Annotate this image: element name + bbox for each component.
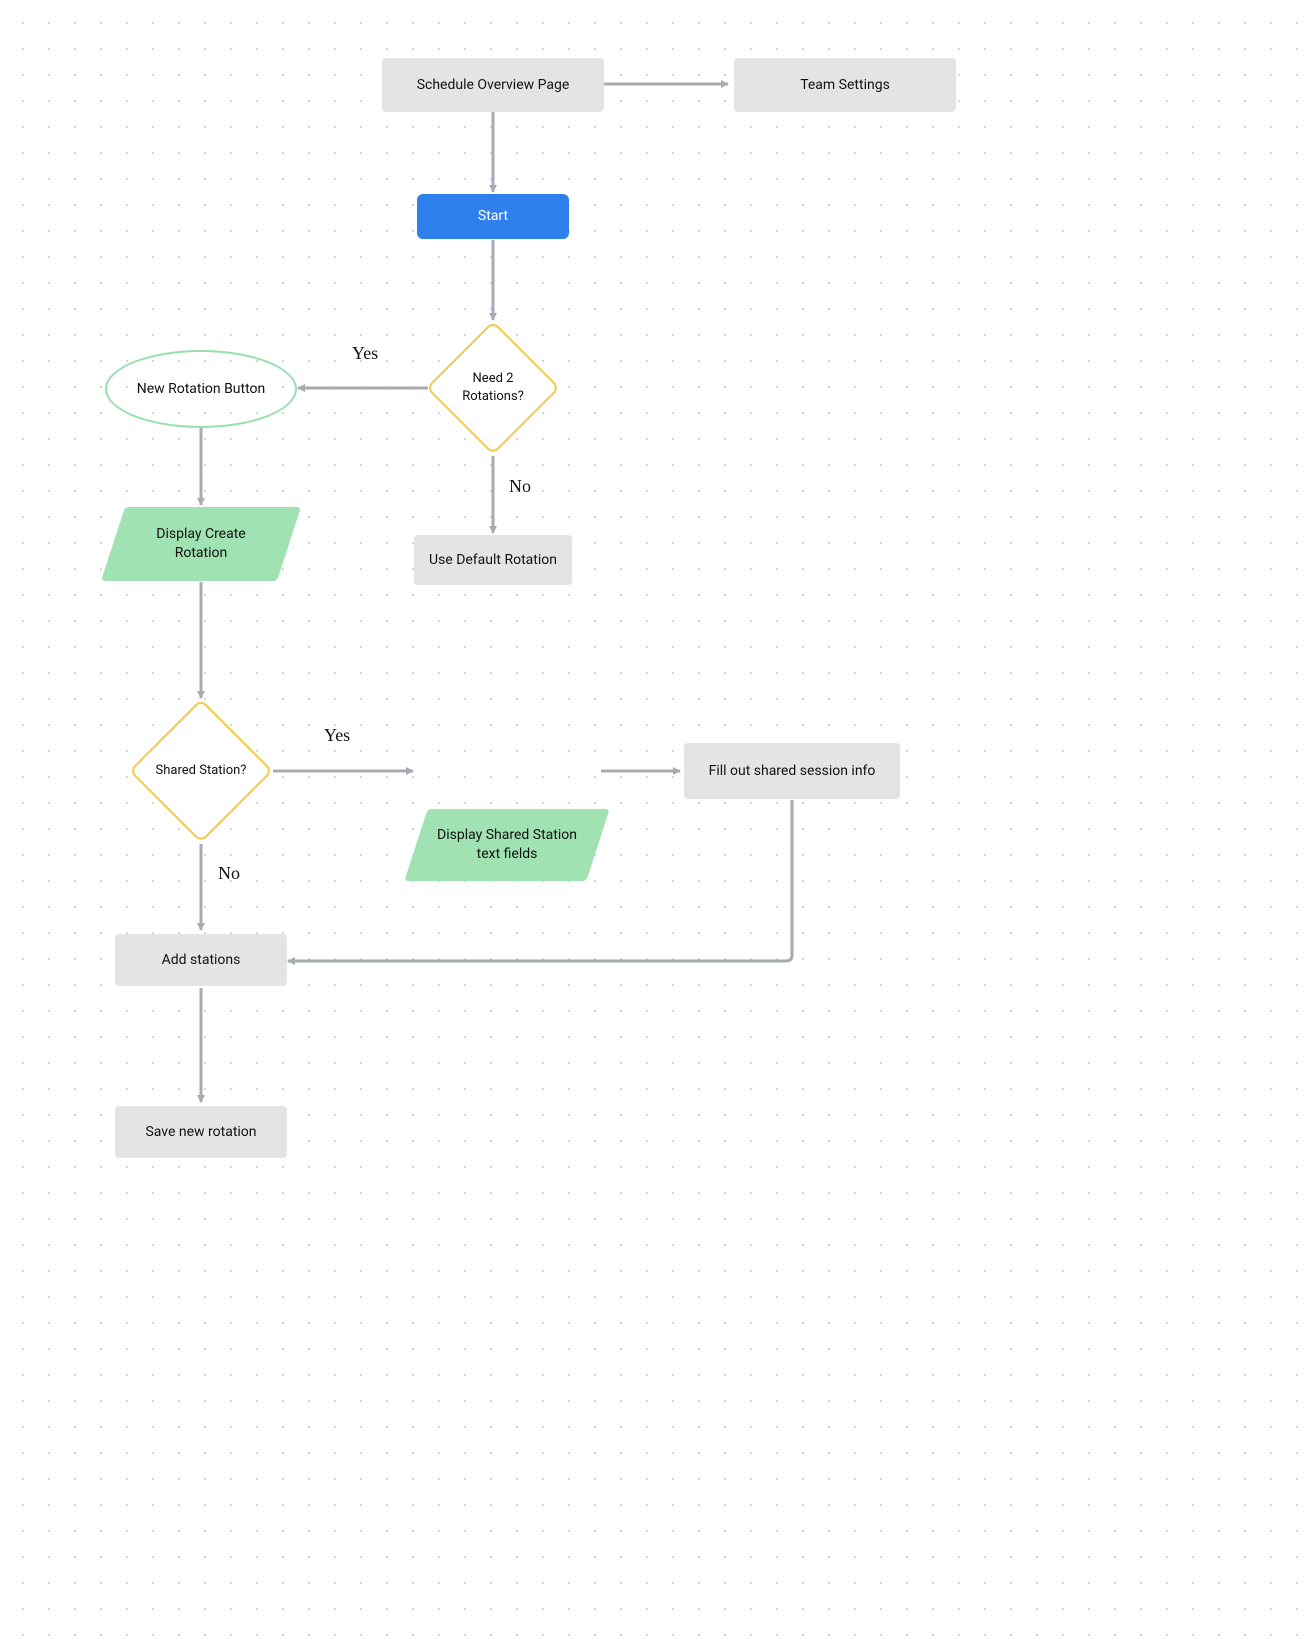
node-need-2-rotations-label: Need 2 Rotations? bbox=[425, 320, 561, 456]
node-need-2-rotations: Need 2 Rotations? bbox=[425, 320, 561, 456]
edge-label-no-1: No bbox=[509, 476, 531, 497]
flowchart-canvas: Schedule Overview Page Team Settings Sta… bbox=[0, 0, 1316, 1644]
node-fill-out-shared: Fill out shared session info bbox=[684, 743, 900, 799]
node-use-default-rotation: Use Default Rotation bbox=[414, 535, 572, 585]
node-display-shared-station-label: Display Shared Station text fields bbox=[416, 809, 598, 881]
node-schedule-overview: Schedule Overview Page bbox=[382, 58, 604, 112]
node-team-settings: Team Settings bbox=[734, 58, 956, 112]
node-display-create-rotation-label: Display Create Rotation bbox=[113, 507, 289, 581]
edge-label-yes-2: Yes bbox=[324, 725, 350, 746]
node-display-create-rotation: Display Create Rotation bbox=[113, 507, 289, 581]
node-shared-station-label: Shared Station? bbox=[128, 698, 274, 844]
node-shared-station: Shared Station? bbox=[128, 698, 274, 844]
node-add-stations: Add stations bbox=[115, 934, 287, 986]
node-display-shared-station: Display Shared Station text fields bbox=[416, 809, 598, 881]
node-start: Start bbox=[417, 194, 569, 239]
edge-label-yes-1: Yes bbox=[352, 343, 378, 364]
edge-label-no-2: No bbox=[218, 863, 240, 884]
node-save-new-rotation: Save new rotation bbox=[115, 1106, 287, 1158]
node-new-rotation-button: New Rotation Button bbox=[105, 350, 297, 428]
